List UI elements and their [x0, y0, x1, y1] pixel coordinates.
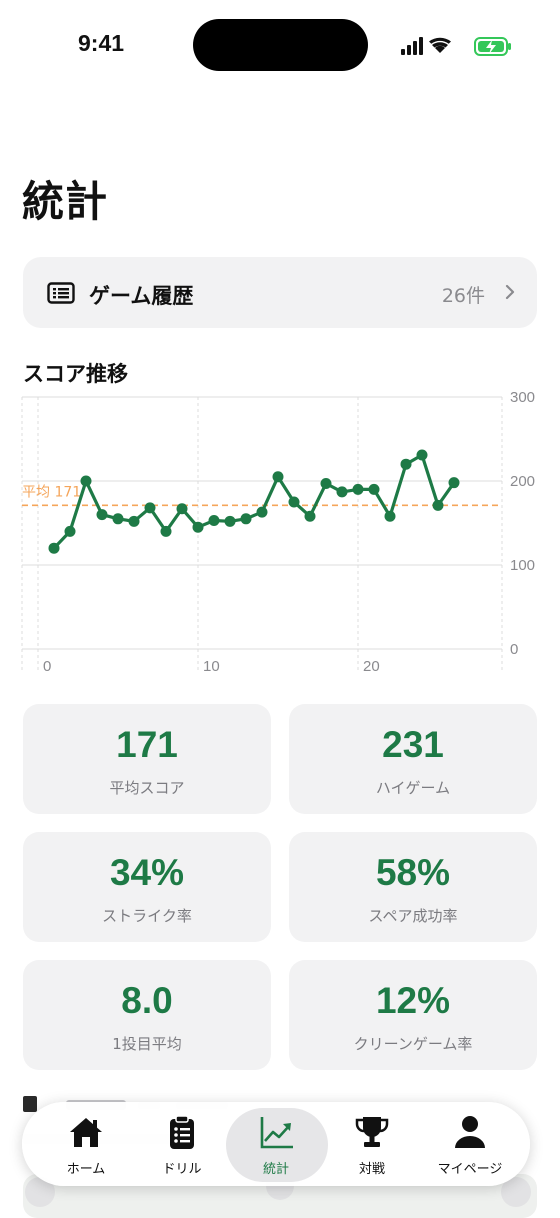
tab-home[interactable]: ホーム [36, 1102, 136, 1186]
stat-card-clean-game-rate: 12% クリーンゲーム率 [289, 960, 537, 1070]
score-point [240, 513, 252, 525]
stat-card-strike-rate: 34% ストライク率 [23, 832, 271, 942]
stat-card-spare-rate: 58% スペア成功率 [289, 832, 537, 942]
wifi-icon [429, 37, 451, 53]
stat-label: クリーンゲーム率 [353, 1035, 473, 1053]
stat-value: 58% [375, 852, 451, 893]
score-point [128, 515, 140, 527]
list-icon [47, 282, 75, 304]
game-history-label: ゲーム履歴 [89, 284, 194, 308]
score-trend-chart: 300 200 100 0 0 10 20 平均 171 [21, 389, 535, 675]
stat-label: 1投目平均 [112, 1035, 182, 1053]
score-point [208, 514, 220, 526]
stat-value: 171 [116, 724, 178, 765]
x-tick-label: 0 [43, 658, 51, 675]
score-point [144, 502, 156, 514]
score-point [224, 515, 236, 527]
person-icon [455, 1116, 485, 1148]
clipboard-list-icon [170, 1115, 194, 1149]
score-point [432, 499, 444, 511]
average-label: 平均 171 [22, 484, 81, 500]
stat-value: 34% [109, 852, 185, 893]
score-point [112, 513, 124, 525]
tab-label: 統計 [262, 1162, 289, 1177]
score-point [352, 483, 364, 495]
score-line [52, 453, 456, 550]
tab-label: 対戦 [358, 1162, 385, 1177]
tab-stats[interactable]: 統計 [226, 1102, 328, 1186]
stat-value: 231 [382, 724, 444, 765]
stat-label: ストライク率 [102, 907, 192, 925]
x-tick-label: 10 [203, 658, 220, 675]
stat-label: スペア成功率 [368, 907, 458, 925]
status-icons [401, 37, 511, 56]
stat-label: 平均スコア [109, 779, 185, 797]
game-history-count: 26件 [441, 285, 485, 307]
stat-card-high-game: 231 ハイゲーム [289, 704, 537, 814]
page-title: 統計 [22, 177, 109, 226]
stat-card-first-ball-average: 8.0 1投目平均 [23, 960, 271, 1070]
chart-line-icon [260, 1117, 293, 1149]
stat-value: 12% [375, 980, 451, 1021]
tab-label: マイページ [437, 1162, 503, 1177]
y-tick-label: 300 [510, 389, 535, 406]
stat-label: ハイゲーム [375, 779, 451, 797]
score-point [368, 483, 380, 495]
tab-label: ホーム [66, 1162, 106, 1177]
score-point [160, 525, 172, 537]
tab-drill[interactable]: ドリル [132, 1102, 232, 1186]
score-point [288, 496, 300, 508]
score-point [48, 542, 60, 554]
score-point [64, 525, 76, 537]
tab-label: ドリル [162, 1162, 202, 1177]
tab-bar: ホーム ドリル 統計 対戦 マイページ [22, 1102, 530, 1186]
score-point [320, 478, 332, 490]
status-bar: 9:41 [0, 0, 560, 92]
dynamic-island [193, 19, 368, 71]
battery-charging-icon [474, 37, 511, 56]
game-history-button[interactable]: ゲーム履歴 26件 [23, 257, 537, 328]
house-icon [70, 1118, 102, 1147]
score-point [304, 510, 316, 522]
tab-mypage[interactable]: マイページ [420, 1102, 520, 1186]
score-point [192, 521, 204, 533]
x-tick-label: 20 [363, 658, 380, 675]
score-point [448, 477, 460, 489]
stat-card-average-score: 171 平均スコア [23, 704, 271, 814]
score-point [384, 510, 396, 522]
score-point [336, 486, 348, 498]
tab-match[interactable]: 対戦 [322, 1102, 422, 1186]
chevron-right-icon [505, 284, 515, 300]
score-point [416, 449, 428, 461]
score-point [272, 471, 284, 483]
stat-value: 8.0 [121, 980, 173, 1021]
cellular-signal-icon [401, 37, 423, 55]
score-point [256, 506, 268, 518]
status-time: 9:41 [78, 30, 125, 56]
y-tick-label: 100 [510, 557, 535, 574]
y-tick-label: 200 [510, 473, 535, 490]
score-point [96, 509, 108, 521]
score-point [176, 503, 188, 515]
score-point [80, 475, 92, 487]
trophy-icon [355, 1117, 389, 1147]
y-tick-label: 0 [510, 641, 518, 658]
score-point [400, 458, 412, 470]
